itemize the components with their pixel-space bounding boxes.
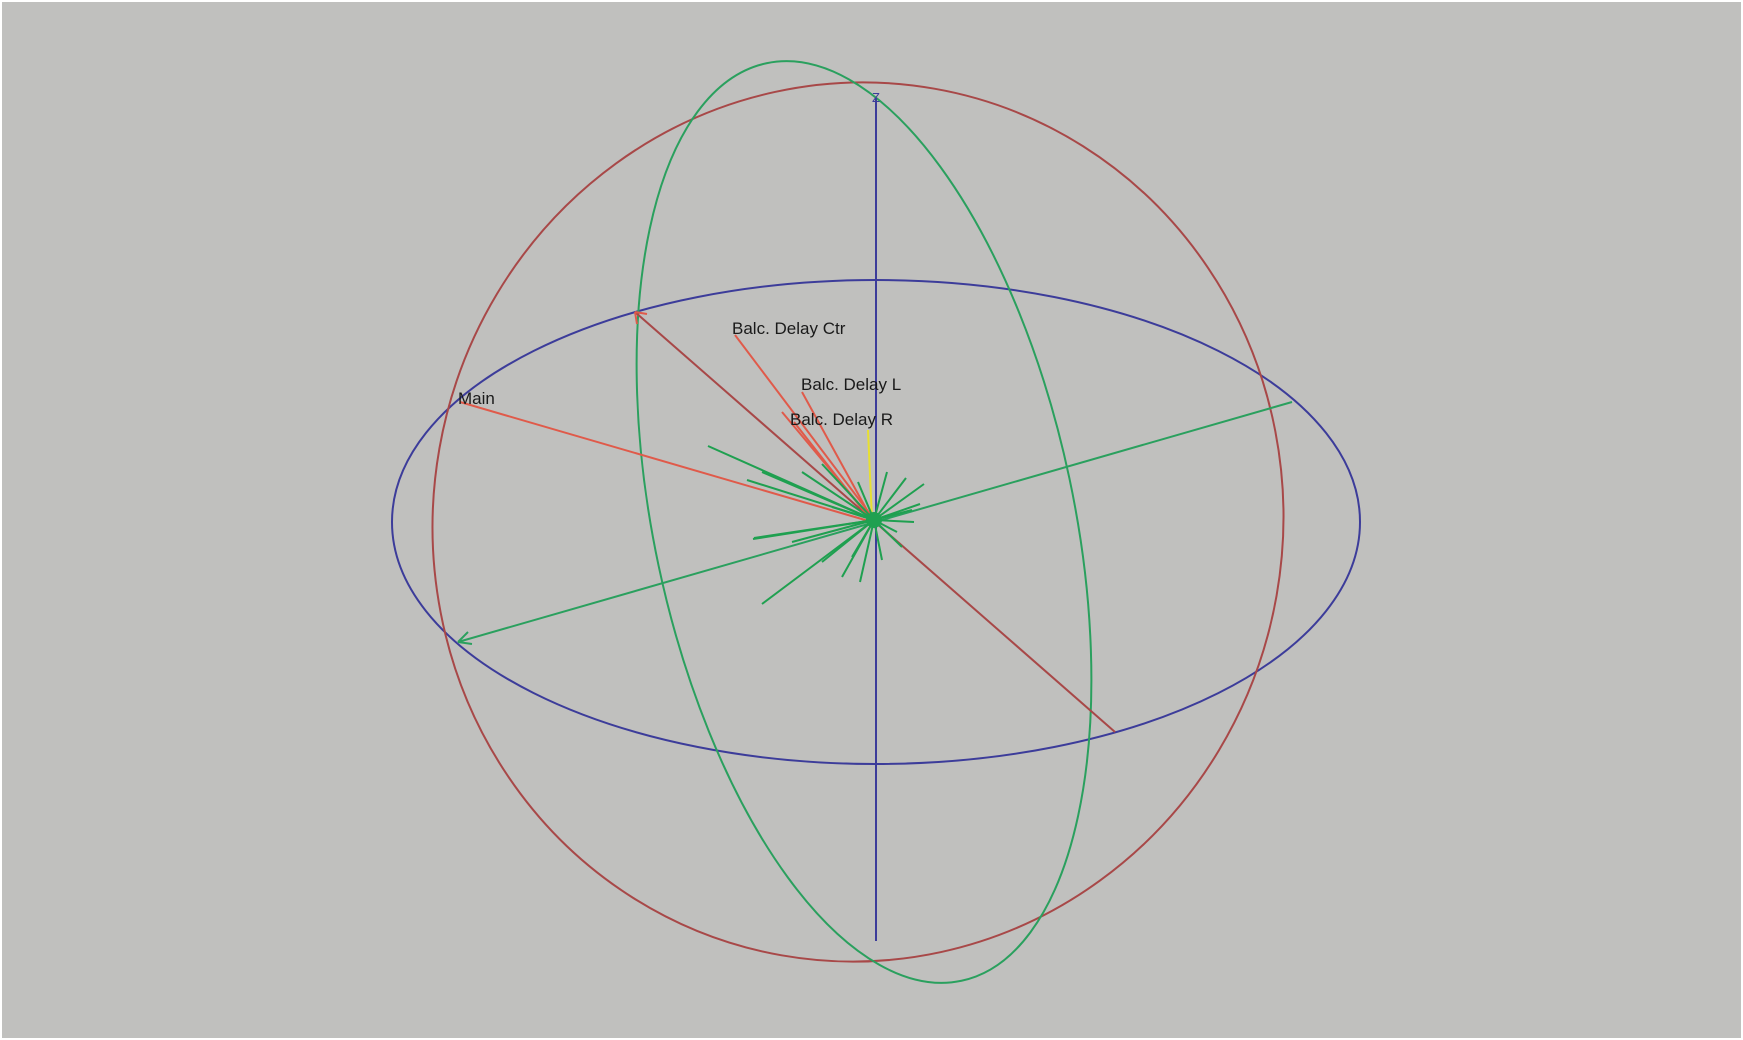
z-axis-label: Z bbox=[872, 90, 880, 105]
sphere-diagram: Z Main Balc. Delay Ctr Balc. Delay L Bal… bbox=[391, 60, 1361, 984]
3d-view[interactable]: Z Main Balc. Delay Ctr Balc. Delay L Bal… bbox=[0, 0, 1743, 1040]
source-origin bbox=[866, 512, 882, 528]
label-main: Main bbox=[458, 389, 495, 408]
label-balc-delay-l: Balc. Delay L bbox=[801, 375, 901, 394]
label-balc-delay-r: Balc. Delay R bbox=[790, 410, 893, 429]
label-balc-delay-ctr: Balc. Delay Ctr bbox=[732, 319, 846, 338]
